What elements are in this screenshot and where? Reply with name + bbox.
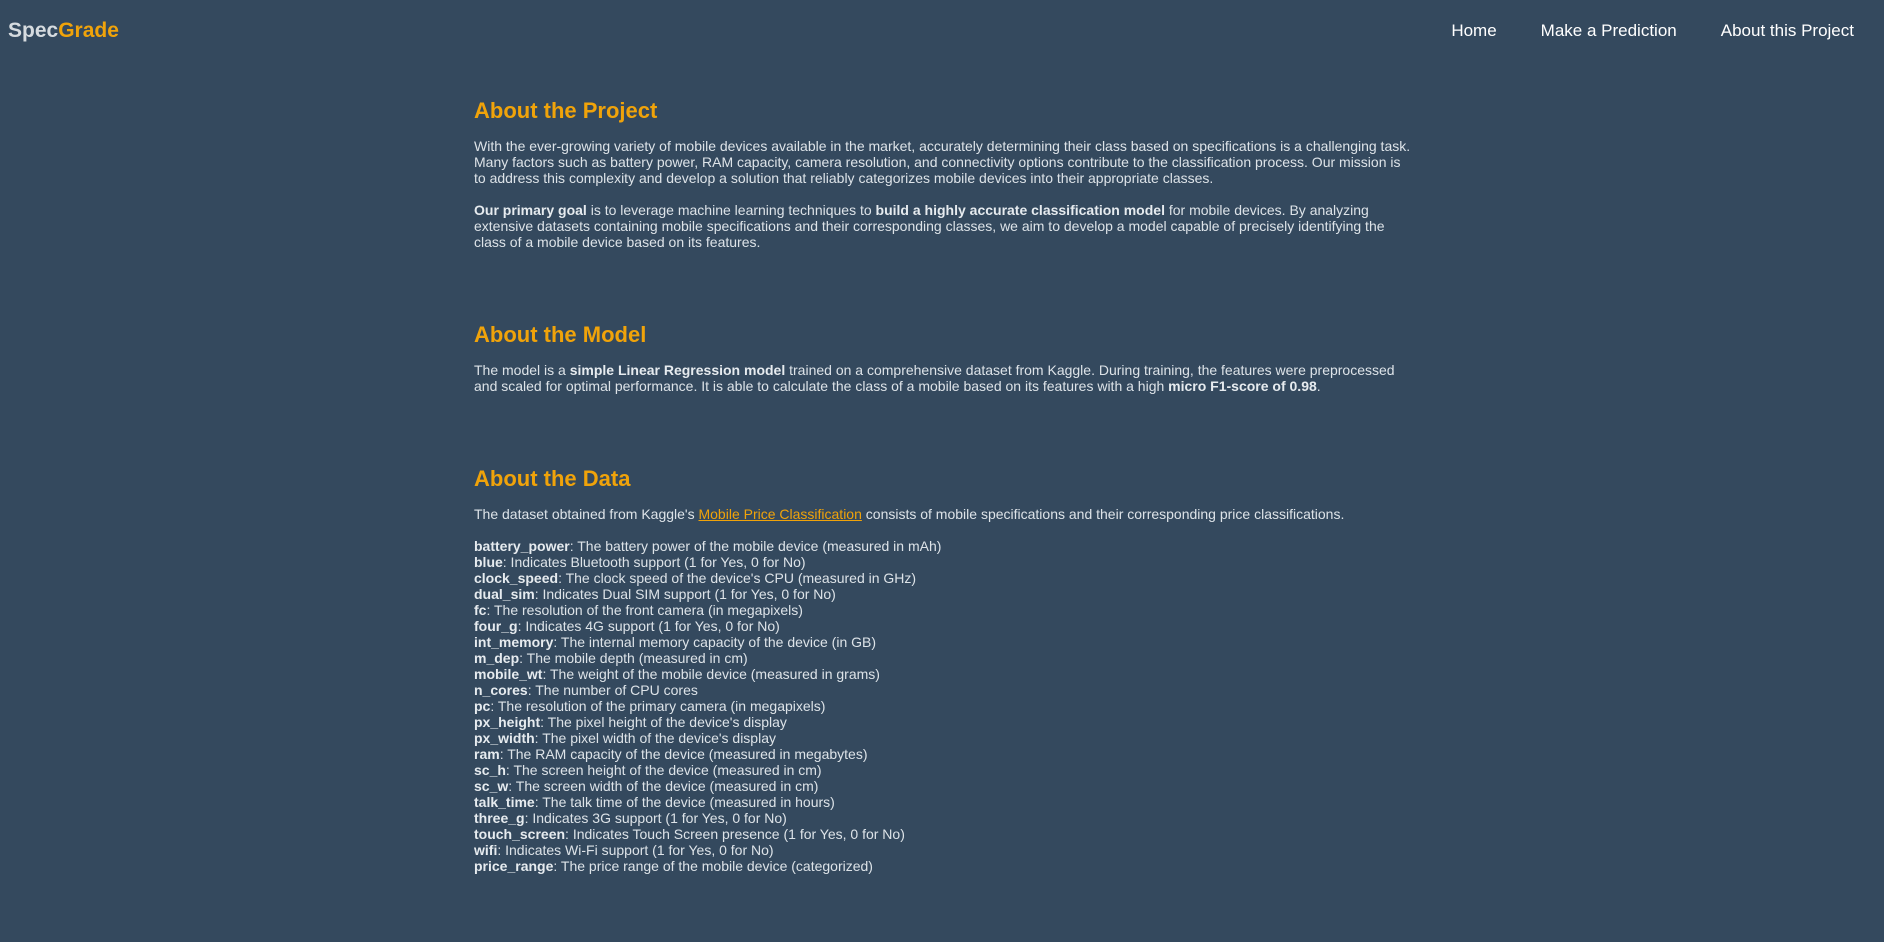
feature-desc: : The RAM capacity of the device (measur… (499, 746, 868, 762)
feature-desc: : The resolution of the primary camera (… (490, 698, 826, 714)
kaggle-dataset-link[interactable]: Mobile Price Classification (698, 506, 861, 522)
feature-name: talk_time (474, 794, 535, 810)
feature-name: ram (474, 746, 500, 762)
nav-make-prediction-link[interactable]: Make a Prediction (1541, 21, 1677, 41)
feature-desc: : Indicates Touch Screen presence (1 for… (565, 826, 905, 842)
list-item: three_g: Indicates 3G support (1 for Yes… (474, 810, 1414, 826)
list-item: talk_time: The talk time of the device (… (474, 794, 1414, 810)
feature-desc: : Indicates Bluetooth support (1 for Yes… (502, 554, 806, 570)
list-item: clock_speed: The clock speed of the devi… (474, 570, 1414, 586)
list-item: price_range: The price range of the mobi… (474, 858, 1414, 874)
about-project-section: About the Project With the ever-growing … (474, 98, 1414, 250)
nav-home-link[interactable]: Home (1451, 21, 1496, 41)
feature-name: four_g (474, 618, 518, 634)
f1-score-bold: micro F1-score of 0.98 (1168, 378, 1317, 394)
feature-name: battery_power (474, 538, 570, 554)
about-model-section: About the Model The model is a simple Li… (474, 322, 1414, 394)
navbar: SpecGrade Home Make a Prediction About t… (0, 0, 1884, 62)
feature-name: m_dep (474, 650, 520, 666)
feature-desc: : The clock speed of the device's CPU (m… (558, 570, 917, 586)
about-data-section: About the Data The dataset obtained from… (474, 466, 1414, 874)
feature-desc: : Indicates 4G support (1 for Yes, 0 for… (517, 618, 780, 634)
feature-name: px_height (474, 714, 541, 730)
feature-desc: : Indicates Dual SIM support (1 for Yes,… (534, 586, 836, 602)
feature-name: clock_speed (474, 570, 559, 586)
feature-desc: : The pixel width of the device's displa… (534, 730, 776, 746)
about-data-title: About the Data (474, 466, 631, 491)
feature-name: blue (474, 554, 503, 570)
data-intro-text-1: The dataset obtained from Kaggle's (474, 506, 699, 522)
feature-desc: : The pixel height of the device's displ… (540, 714, 787, 730)
feature-name: mobile_wt (474, 666, 543, 682)
feature-desc: : The mobile depth (measured in cm) (519, 650, 748, 666)
feature-desc: : The internal memory capacity of the de… (553, 634, 877, 650)
list-item: fc: The resolution of the front camera (… (474, 602, 1414, 618)
list-item: mobile_wt: The weight of the mobile devi… (474, 666, 1414, 682)
feature-desc: : Indicates 3G support (1 for Yes, 0 for… (524, 810, 787, 826)
list-item: int_memory: The internal memory capacity… (474, 634, 1414, 650)
feature-name: n_cores (474, 682, 528, 698)
about-project-title: About the Project (474, 98, 658, 123)
list-item: ram: The RAM capacity of the device (mea… (474, 746, 1414, 762)
feature-desc: : The weight of the mobile device (measu… (542, 666, 880, 682)
list-item: wifi: Indicates Wi-Fi support (1 for Yes… (474, 842, 1414, 858)
feature-name: touch_screen (474, 826, 566, 842)
feature-desc: : The resolution of the front camera (in… (486, 602, 803, 618)
nav-links: Home Make a Prediction About this Projec… (1407, 21, 1854, 41)
list-item: m_dep: The mobile depth (measured in cm) (474, 650, 1414, 666)
model-text-1: The model is a (474, 362, 570, 378)
list-item: battery_power: The battery power of the … (474, 538, 1414, 554)
feature-name: pc (474, 698, 491, 714)
feature-desc: : Indicates Wi-Fi support (1 for Yes, 0 … (497, 842, 774, 858)
feature-desc: : The screen height of the device (measu… (505, 762, 822, 778)
feature-desc: : The talk time of the device (measured … (534, 794, 835, 810)
feature-desc: : The price range of the mobile device (… (553, 858, 873, 874)
feature-name: sc_w (474, 778, 509, 794)
list-item: dual_sim: Indicates Dual SIM support (1 … (474, 586, 1414, 602)
build-model-bold: build a highly accurate classification m… (875, 202, 1165, 218)
p2-text-1: is to leverage machine learning techniqu… (586, 202, 876, 218)
list-item: four_g: Indicates 4G support (1 for Yes,… (474, 618, 1414, 634)
feature-name: int_memory (474, 634, 554, 650)
feature-name: fc (474, 602, 487, 618)
feature-name: sc_h (474, 762, 506, 778)
feature-name: dual_sim (474, 586, 535, 602)
feature-list: battery_power: The battery power of the … (474, 538, 1414, 874)
feature-name: three_g (474, 810, 525, 826)
feature-name: price_range (474, 858, 554, 874)
list-item: touch_screen: Indicates Touch Screen pre… (474, 826, 1414, 842)
list-item: pc: The resolution of the primary camera… (474, 698, 1414, 714)
list-item: px_width: The pixel width of the device'… (474, 730, 1414, 746)
primary-goal-bold: Our primary goal (474, 202, 587, 218)
brand-logo[interactable]: SpecGrade (8, 19, 119, 43)
about-data-intro: The dataset obtained from Kaggle's Mobil… (474, 506, 1414, 522)
nav-about-project-link[interactable]: About this Project (1721, 21, 1854, 41)
brand-part-spec: Spec (8, 19, 59, 42)
about-model-paragraph: The model is a simple Linear Regression … (474, 362, 1414, 394)
model-type-bold: simple Linear Regression model (569, 362, 786, 378)
about-project-paragraph-1: With the ever-growing variety of mobile … (474, 138, 1411, 186)
feature-desc: : The battery power of the mobile device… (569, 538, 942, 554)
feature-name: wifi (474, 842, 498, 858)
list-item: sc_h: The screen height of the device (m… (474, 762, 1414, 778)
feature-name: px_width (474, 730, 535, 746)
feature-desc: : The number of CPU cores (527, 682, 698, 698)
about-model-title: About the Model (474, 322, 647, 347)
list-item: blue: Indicates Bluetooth support (1 for… (474, 554, 1414, 570)
feature-desc: : The screen width of the device (measur… (508, 778, 819, 794)
brand-part-grade: Grade (58, 19, 119, 42)
list-item: px_height: The pixel height of the devic… (474, 714, 1414, 730)
list-item: sc_w: The screen width of the device (me… (474, 778, 1414, 794)
list-item: n_cores: The number of CPU cores (474, 682, 1414, 698)
data-intro-text-2: consists of mobile specifications and th… (861, 506, 1345, 522)
main-content: About the Project With the ever-growing … (474, 98, 1414, 874)
model-text-3: . (1316, 378, 1321, 394)
about-project-paragraph-2: Our primary goal is to leverage machine … (474, 202, 1414, 250)
